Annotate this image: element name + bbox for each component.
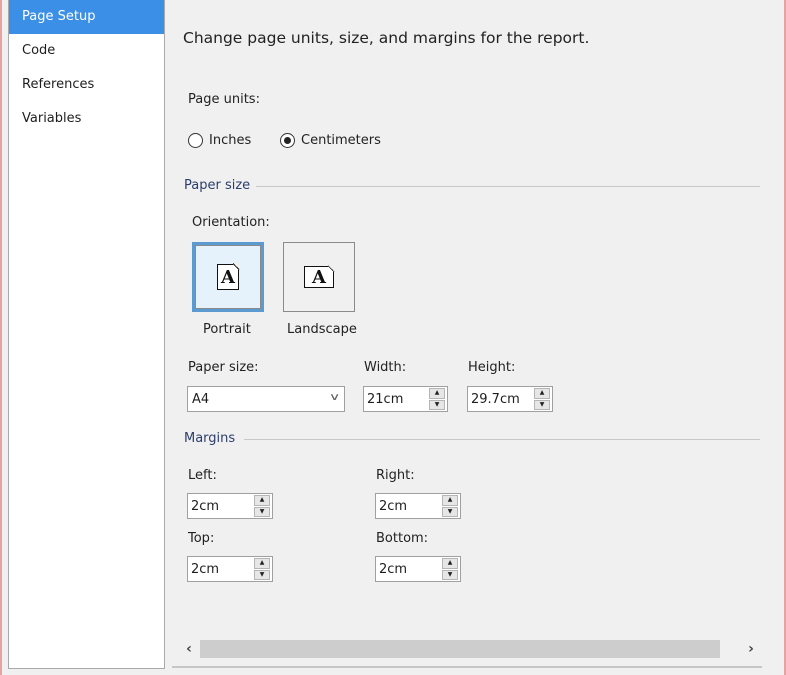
top-margin-stepper[interactable]: ▲ ▼ [187, 556, 273, 582]
spin-up-icon[interactable]: ▲ [254, 558, 270, 569]
width-label: Width: [364, 360, 407, 375]
width-input[interactable] [364, 387, 429, 411]
portrait-button[interactable]: A [192, 242, 264, 312]
left-margin-spin-buttons: ▲ ▼ [254, 495, 270, 517]
scrollbar-thumb[interactable] [200, 640, 720, 658]
spin-down-icon[interactable]: ▼ [534, 399, 550, 410]
radio-checked-icon [280, 133, 295, 148]
paper-size-divider [256, 186, 760, 187]
radio-inches-label: Inches [209, 133, 252, 148]
bottom-margin-stepper[interactable]: ▲ ▼ [375, 556, 461, 582]
window-frame-left [0, 0, 2, 675]
radio-centimeters-label: Centimeters [301, 133, 381, 148]
spin-down-icon[interactable]: ▼ [429, 399, 445, 410]
right-margin-label: Right: [376, 468, 415, 483]
height-spin-buttons: ▲ ▼ [534, 388, 550, 410]
radio-inches[interactable]: Inches [188, 133, 251, 148]
bottom-margin-label: Bottom: [376, 531, 429, 546]
margins-divider [244, 439, 760, 440]
right-margin-spin-buttons: ▲ ▼ [442, 495, 458, 517]
paper-size-value: A4 [192, 391, 210, 407]
bottom-divider [172, 666, 762, 668]
spin-down-icon[interactable]: ▼ [254, 569, 270, 580]
chevron-down-icon: ∨ [328, 392, 341, 403]
spin-down-icon[interactable]: ▼ [254, 506, 270, 517]
margins-group-title: Margins [184, 431, 236, 446]
landscape-label: Landscape [287, 322, 357, 337]
paper-size-select[interactable]: A4 ∨ [187, 386, 345, 412]
top-margin-label: Top: [188, 531, 215, 546]
sidebar-list: Page Setup Code References Variables [9, 0, 164, 136]
right-margin-stepper[interactable]: ▲ ▼ [375, 493, 461, 519]
portrait-page-icon: A [217, 263, 240, 290]
radio-centimeters[interactable]: Centimeters [280, 133, 381, 148]
width-spin-buttons: ▲ ▼ [429, 388, 445, 410]
paper-size-label: Paper size: [188, 360, 259, 375]
spin-down-icon[interactable]: ▼ [442, 506, 458, 517]
landscape-page-icon: A [304, 265, 335, 288]
sidebar-item-page-setup[interactable]: Page Setup [9, 0, 164, 34]
page-setup-panel: Change page units, size, and margins for… [166, 0, 780, 669]
width-stepper[interactable]: ▲ ▼ [363, 386, 448, 412]
top-margin-input[interactable] [188, 557, 254, 581]
spin-up-icon[interactable]: ▲ [442, 558, 458, 569]
top-margin-spin-buttons: ▲ ▼ [254, 558, 270, 580]
sidebar-item-references[interactable]: References [9, 68, 164, 102]
page-description: Change page units, size, and margins for… [183, 29, 590, 47]
orientation-label: Orientation: [192, 215, 270, 230]
right-margin-input[interactable] [376, 494, 442, 518]
scroll-right-icon[interactable]: › [742, 638, 760, 660]
left-margin-stepper[interactable]: ▲ ▼ [187, 493, 273, 519]
landscape-button[interactable]: A [283, 242, 355, 312]
spin-up-icon[interactable]: ▲ [429, 388, 445, 399]
horizontal-scrollbar[interactable]: ‹ › [174, 638, 766, 660]
left-margin-input[interactable] [188, 494, 254, 518]
spin-down-icon[interactable]: ▼ [442, 569, 458, 580]
height-input[interactable] [468, 387, 534, 411]
spin-up-icon[interactable]: ▲ [442, 495, 458, 506]
sidebar-item-variables[interactable]: Variables [9, 102, 164, 136]
sidebar-item-code[interactable]: Code [9, 34, 164, 68]
paper-size-group-title: Paper size [184, 178, 251, 193]
sidebar: Page Setup Code References Variables [8, 0, 165, 669]
portrait-label: Portrait [203, 322, 251, 337]
height-label: Height: [468, 360, 516, 375]
radio-circle-icon [188, 133, 203, 148]
scroll-left-icon[interactable]: ‹ [180, 638, 198, 660]
spin-up-icon[interactable]: ▲ [534, 388, 550, 399]
bottom-margin-spin-buttons: ▲ ▼ [442, 558, 458, 580]
height-stepper[interactable]: ▲ ▼ [467, 386, 553, 412]
bottom-margin-input[interactable] [376, 557, 442, 581]
left-margin-label: Left: [188, 468, 217, 483]
page-units-label: Page units: [188, 92, 260, 107]
spin-up-icon[interactable]: ▲ [254, 495, 270, 506]
